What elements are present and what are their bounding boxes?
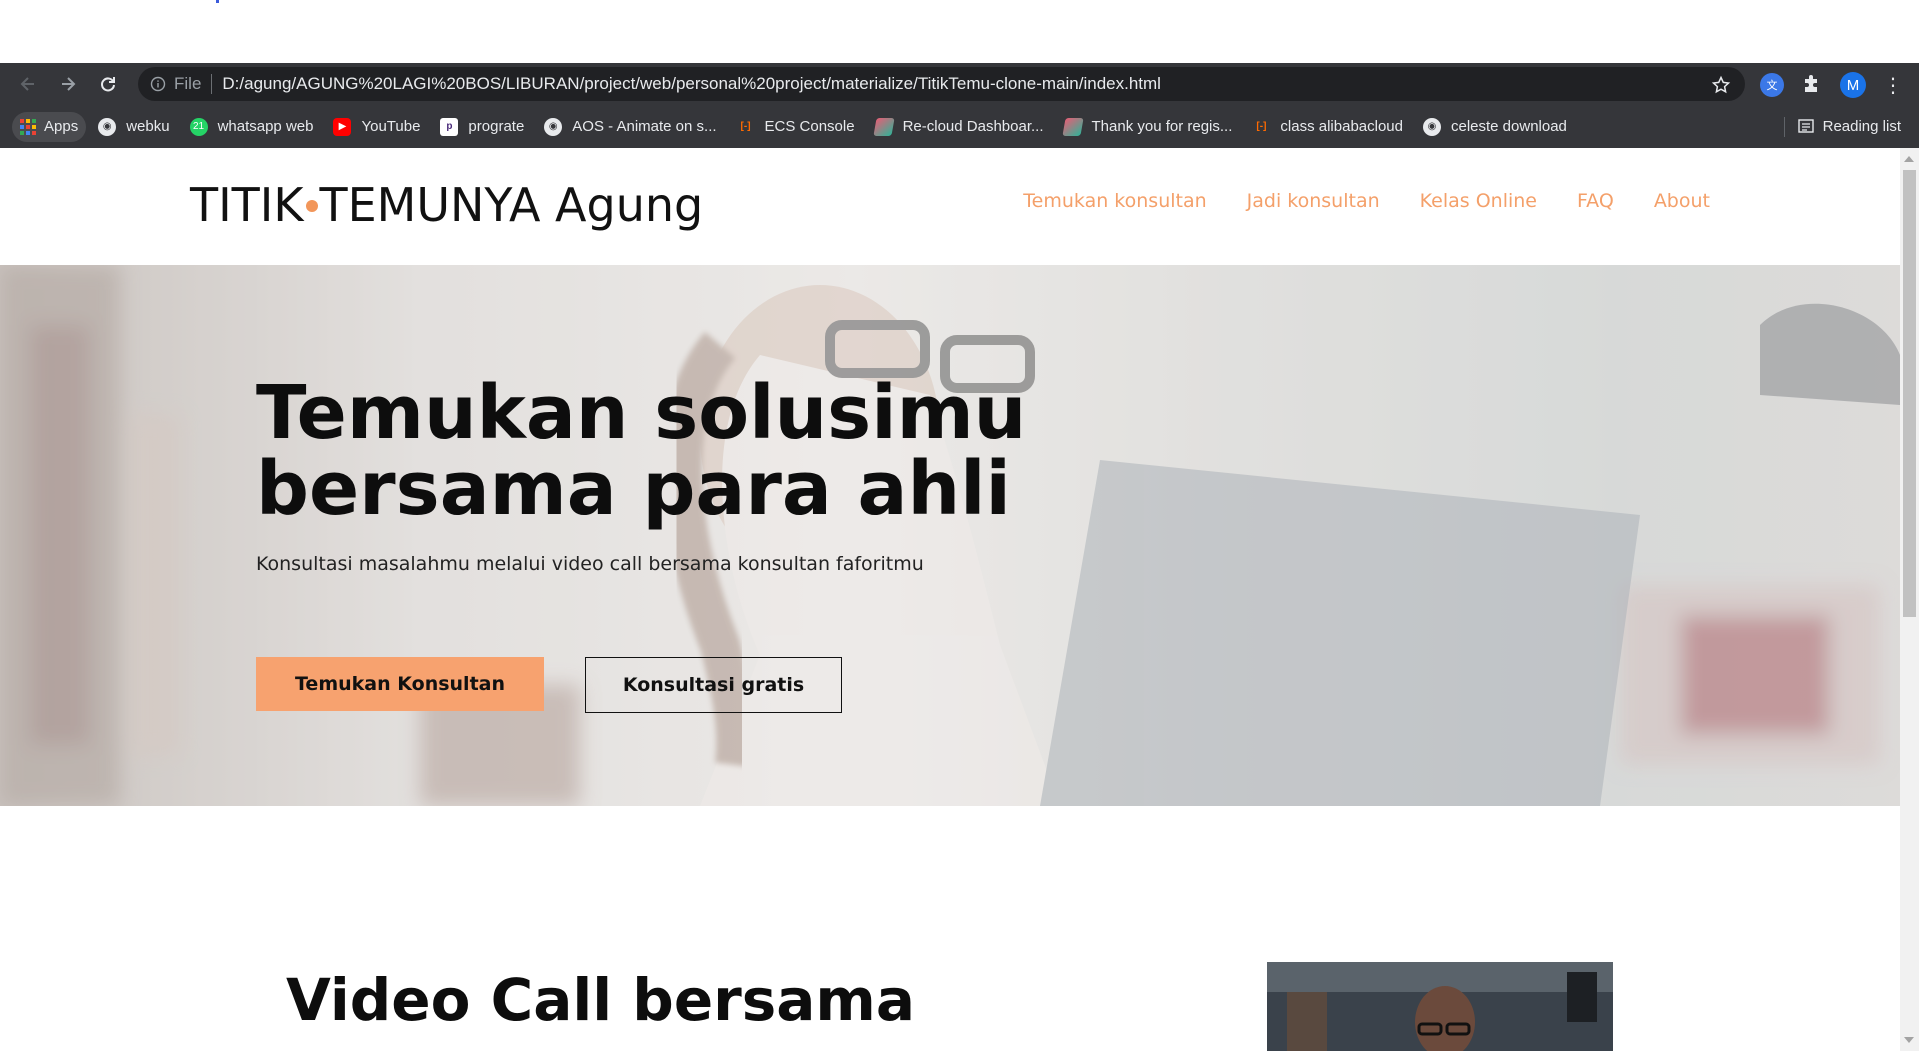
bookmarks-bar: Apps ◉ webku 21 whatsapp web ▶ YouTube p… (0, 105, 1919, 148)
bookmark-label: Thank you for regis... (1091, 118, 1233, 135)
nav-temukan-konsultan[interactable]: Temukan konsultan (1023, 190, 1206, 212)
bookmark-thank-you[interactable]: Thank you for regis... (1056, 112, 1241, 142)
nav-links: Temukan konsultan Jadi konsultan Kelas O… (983, 190, 1710, 212)
hero-subtitle: Konsultasi masalahmu melalui video call … (256, 553, 924, 575)
recloud-icon (872, 117, 895, 136)
scroll-thumb[interactable] (1903, 170, 1916, 617)
bookmark-whatsapp[interactable]: 21 whatsapp web (182, 112, 322, 142)
bookmark-class-alibabacloud[interactable]: [-] class alibabacloud (1244, 112, 1411, 142)
video-call-section-title: Video Call bersama (286, 966, 915, 1034)
hero-section: Temukan solusimu bersama para ahli Konsu… (0, 265, 1900, 806)
recloud-icon (1061, 117, 1084, 136)
nav-faq[interactable]: FAQ (1577, 190, 1614, 212)
reading-list-button[interactable]: Reading list (1797, 111, 1901, 141)
bookmark-label: webku (126, 118, 170, 135)
reload-icon (101, 77, 115, 92)
profile-avatar[interactable]: M (1840, 72, 1866, 98)
bookmark-prograte[interactable]: p prograte (432, 112, 532, 142)
back-button[interactable] (14, 70, 42, 98)
bookmark-aos[interactable]: ◉ AOS - Animate on s... (536, 112, 724, 142)
bookmark-recloud[interactable]: Re-cloud Dashboar... (867, 112, 1052, 142)
alibaba-icon: [-] (1256, 121, 1267, 132)
bookmarks-divider (1784, 117, 1785, 137)
bookmark-label: AOS - Animate on s... (572, 118, 717, 135)
page-top-margin (0, 0, 1919, 63)
bookmark-label: ECS Console (764, 118, 855, 135)
video-call-photo (1267, 962, 1613, 1051)
hero-heading-line-2: bersama para ahli (256, 446, 1011, 532)
nav-about[interactable]: About (1654, 190, 1710, 212)
browser-toolbar: File D:/agung/AGUNG%20LAGI%20BOS/LIBURAN… (0, 63, 1919, 105)
kebab-menu-icon[interactable]: ⋮ (1883, 73, 1903, 97)
whatsapp-icon: 21 (189, 117, 208, 136)
site-logo[interactable]: TITIK TEMUNYA Agung (190, 178, 703, 232)
reload-button[interactable] (94, 70, 122, 98)
scheme-label: File (174, 74, 202, 93)
bookmark-label: Re-cloud Dashboar... (902, 118, 1044, 135)
bookmark-label: YouTube (361, 118, 421, 135)
url-text[interactable]: D:/agung/AGUNG%20LAGI%20BOS/LIBURAN/proj… (222, 74, 1161, 94)
extensions-puzzle-icon[interactable] (1800, 73, 1824, 97)
konsultasi-gratis-button[interactable]: Konsultasi gratis (585, 657, 842, 713)
reading-list-label: Reading list (1822, 117, 1901, 135)
reading-list-icon (1797, 119, 1814, 133)
bookmark-youtube[interactable]: ▶ YouTube (325, 112, 428, 142)
globe-icon: ◉ (98, 117, 117, 136)
bookmark-label: prograte (468, 118, 525, 135)
youtube-icon: ▶ (333, 117, 352, 136)
hero-heading-line-1: Temukan solusimu (256, 370, 1027, 456)
arrow-right-icon (62, 77, 76, 91)
bookmark-apps[interactable]: Apps (12, 111, 87, 142)
apps-grid-icon (20, 118, 36, 135)
bookmark-webku[interactable]: ◉ webku (90, 112, 177, 142)
address-bar[interactable]: File D:/agung/AGUNG%20LAGI%20BOS/LIBURAN… (138, 67, 1745, 101)
scroll-up-arrow-icon[interactable] (1904, 156, 1914, 162)
translate-extension-icon[interactable]: 文 (1760, 73, 1784, 97)
hero-background-photo (0, 265, 1900, 806)
web-page-viewport: TITIK TEMUNYA Agung Temukan konsultan Jad… (0, 148, 1900, 1051)
bookmark-label: class alibabacloud (1280, 118, 1403, 135)
omnibox-divider (211, 74, 213, 94)
info-icon[interactable] (150, 76, 166, 92)
logo-part-1: TITIK (190, 178, 304, 232)
nav-jadi-konsultan[interactable]: Jadi konsultan (1247, 190, 1380, 212)
bookmark-label: celeste download (1450, 118, 1567, 135)
globe-icon: ◉ (1422, 117, 1441, 136)
browser-chrome: File D:/agung/AGUNG%20LAGI%20BOS/LIBURAN… (0, 63, 1919, 148)
arrow-left-icon (20, 77, 34, 91)
bookmark-label: whatsapp web (217, 118, 314, 135)
star-icon[interactable] (1711, 75, 1731, 95)
logo-part-2: TEMUNYA Agung (319, 178, 704, 232)
bookmark-label: Apps (44, 118, 79, 135)
forward-button[interactable] (54, 70, 82, 98)
nav-kelas-online[interactable]: Kelas Online (1420, 190, 1537, 212)
video-call-section-image (1267, 962, 1613, 1051)
prograte-icon: p (440, 117, 459, 136)
bookmark-celeste[interactable]: ◉ celeste download (1415, 112, 1575, 142)
hero-heading: Temukan solusimu bersama para ahli (256, 375, 1026, 527)
alibaba-icon: [-] (740, 121, 751, 132)
page-scrollbar[interactable] (1900, 148, 1919, 1051)
globe-icon: ◉ (544, 117, 563, 136)
bookmark-ecs-console[interactable]: [-] ECS Console (729, 112, 863, 142)
temukan-konsultan-button[interactable]: Temukan Konsultan (256, 657, 544, 711)
site-navbar: TITIK TEMUNYA Agung Temukan konsultan Jad… (0, 148, 1900, 265)
scroll-down-arrow-icon[interactable] (1904, 1037, 1914, 1043)
logo-dot-icon (305, 199, 318, 212)
stray-pixel (216, 0, 219, 3)
